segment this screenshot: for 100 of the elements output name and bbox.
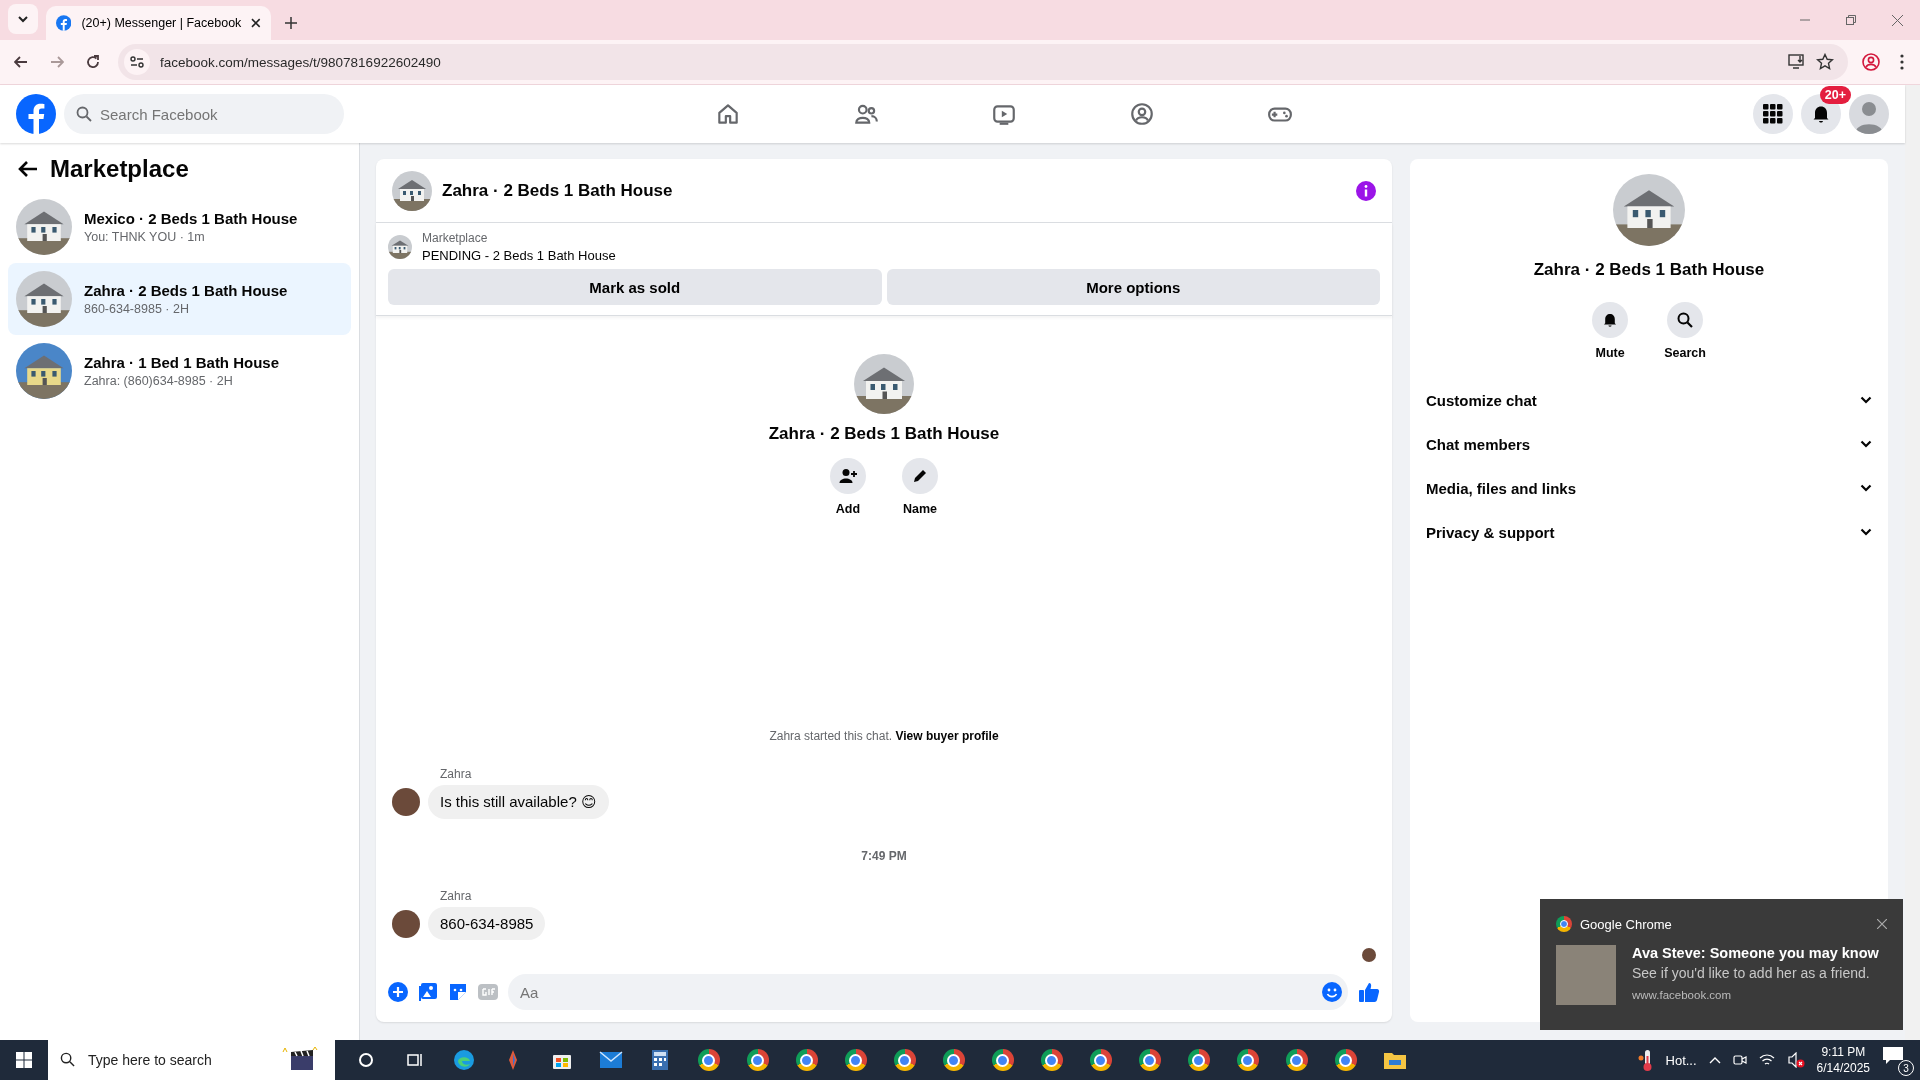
forward-arrow-icon <box>50 56 64 68</box>
conversation-title: Mexico · 2 Beds 1 Bath House <box>84 210 298 227</box>
details-section[interactable]: Chat members <box>1422 422 1876 466</box>
avatar <box>392 909 420 938</box>
browser-icon <box>1187 1049 1210 1071</box>
search-button[interactable] <box>1667 302 1703 338</box>
browser-icon <box>1556 916 1572 932</box>
menu-icon[interactable] <box>1900 54 1904 70</box>
details-title: Zahra · 2 Beds 1 Bath House <box>1533 260 1765 280</box>
browser-icon <box>893 1049 916 1071</box>
pencil-icon <box>912 468 928 484</box>
details-section[interactable]: Customize chat <box>1422 378 1876 422</box>
add-person-button[interactable] <box>830 458 866 494</box>
thumbs-up-icon[interactable] <box>1358 981 1380 1003</box>
browser-tab[interactable]: (20+) Messenger | Facebook <box>46 6 271 40</box>
url-text: facebook.com/messages/t/9807816922602490 <box>160 54 442 70</box>
sticker-icon[interactable] <box>448 982 468 1002</box>
profile-icon[interactable] <box>1862 53 1880 71</box>
reload-icon <box>86 55 100 69</box>
folder-icon <box>1382 1050 1407 1070</box>
message-bubble: Is this still available? 😊 <box>428 785 609 819</box>
house-photo <box>16 271 72 327</box>
conversation-title: Zahra · 1 Bed 1 Bath House <box>84 354 280 371</box>
mail-icon <box>598 1051 623 1069</box>
bookmark-star-icon[interactable] <box>1816 53 1834 71</box>
listing-label: Marketplace <box>422 231 489 245</box>
intro-action-label: Add <box>835 502 861 516</box>
message-input[interactable]: Aa <box>508 974 1348 1010</box>
thermometer-icon <box>1637 1048 1654 1072</box>
site-settings-icon[interactable] <box>124 49 150 75</box>
house-photo <box>16 199 72 255</box>
speech-bubble-icon <box>1882 1046 1904 1066</box>
close-icon[interactable] <box>251 18 261 28</box>
sender-name: Zahra <box>440 889 473 903</box>
camera-icon[interactable] <box>1732 1053 1747 1067</box>
menu-button[interactable] <box>1753 94 1793 134</box>
chevron-up-icon[interactable] <box>1708 1056 1721 1064</box>
ring-icon <box>357 1052 374 1068</box>
details-action-label: Search <box>1664 346 1706 360</box>
conversation-preview: Zahra: (860)634-8985 · 2H <box>84 374 234 388</box>
intro-action-label: Name <box>902 502 937 516</box>
chat-title: Zahra · 2 Beds 1 Bath House <box>442 180 674 201</box>
facebook-logo[interactable] <box>16 94 56 134</box>
taskbar-search-field[interactable]: Type here to search <box>48 1040 335 1080</box>
house-photo <box>854 354 914 414</box>
browser-icon <box>1089 1049 1112 1071</box>
speaker-muted-icon[interactable] <box>1786 1052 1805 1068</box>
toast-source: www.facebook.com <box>1632 989 1733 1001</box>
mute-button[interactable] <box>1592 302 1629 338</box>
facebook-logo <box>56 15 72 31</box>
install-app-icon[interactable] <box>1788 54 1806 70</box>
close-icon <box>1877 919 1887 929</box>
tab-search-button[interactable] <box>8 4 38 34</box>
emoji-icon[interactable] <box>1322 982 1342 1002</box>
chevron-down-icon <box>17 15 29 23</box>
back-arrow-icon[interactable] <box>18 160 38 178</box>
close-icon <box>1891 14 1903 26</box>
conversation-item[interactable]: Zahra · 1 Bed 1 Bath House Zahra: (860)634-8985 · 2H <box>8 335 351 407</box>
bell-icon <box>1811 104 1831 124</box>
browser-icon <box>795 1049 818 1071</box>
weather-text[interactable]: Hot... <box>1665 1052 1697 1068</box>
search-icon <box>76 106 92 122</box>
scrollbar[interactable] <box>1905 85 1920 1040</box>
sender-name: Zahra <box>440 767 473 781</box>
notification-count: 3 <box>1898 1060 1914 1076</box>
details-section[interactable]: Media, files and links <box>1422 466 1876 510</box>
info-icon[interactable] <box>1356 180 1376 201</box>
seen-avatar <box>1362 948 1376 962</box>
address-bar[interactable]: facebook.com/messages/t/9807816922602490 <box>118 44 1848 80</box>
toast-title: Ava Steve: Someone you may know <box>1632 945 1879 961</box>
chat-intro-title: Zahra · 2 Beds 1 Bath House <box>768 424 1000 444</box>
wifi-icon[interactable] <box>1758 1053 1775 1067</box>
details-section[interactable]: Privacy & support <box>1422 510 1876 554</box>
account-button[interactable] <box>1849 94 1889 134</box>
conversation-preview: You: THNK YOU · 1m <box>84 230 206 244</box>
groups-icon <box>1129 101 1155 127</box>
conversation-item[interactable]: Zahra · 2 Beds 1 Bath House 860-634-8985 · 2H <box>8 263 351 335</box>
clock-time[interactable]: 9:11 PM <box>1816 1043 1870 1060</box>
view-buyer-profile-link[interactable]: View buyer profile <box>895 729 999 743</box>
listing-status: PENDING - 2 Beds 1 Bath House <box>422 248 616 263</box>
search-icon <box>1677 312 1693 328</box>
browser-icon <box>991 1049 1014 1071</box>
action-button[interactable]: More options <box>886 269 1380 305</box>
avatar <box>392 788 420 816</box>
search-field[interactable]: Search Facebook <box>64 94 344 134</box>
toast-body: See if you'd like to add her as a friend. <box>1632 965 1871 981</box>
house-photo <box>388 235 412 259</box>
calculator-icon <box>650 1049 669 1071</box>
browser-icon <box>746 1049 769 1071</box>
search-icon <box>60 1052 75 1067</box>
clock-date[interactable]: 6/14/2025 <box>1816 1060 1870 1077</box>
edit-name-button[interactable] <box>902 458 938 494</box>
photo-placeholder <box>1556 945 1616 1005</box>
photo-icon[interactable] <box>418 982 438 1002</box>
browser-icon <box>942 1049 965 1071</box>
conversation-item[interactable]: Mexico · 2 Beds 1 Bath House You: THNK YOU · 1m <box>8 191 351 263</box>
action-button[interactable]: Mark as sold <box>388 269 882 305</box>
plus-circle-icon[interactable] <box>388 982 408 1002</box>
conversation-title: Zahra · 2 Beds 1 Bath House <box>84 282 288 299</box>
notification-toast[interactable]: Google Chrome Ava Steve: Someone you may know See if you'd like to add her as a friend. www.facebook.com <box>1540 899 1903 1030</box>
